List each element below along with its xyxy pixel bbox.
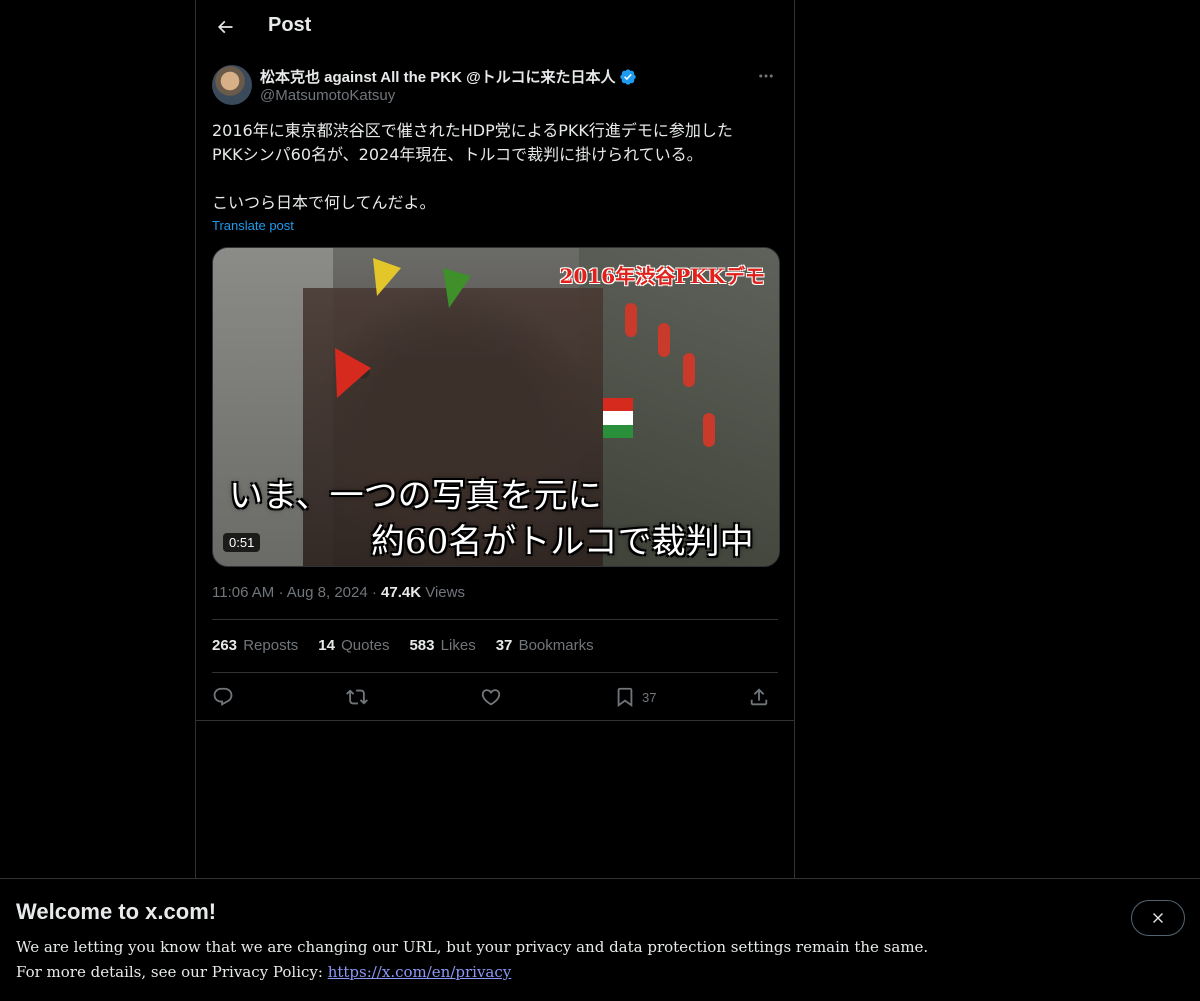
post-video[interactable]: 2016年渋谷PKKデモ いま、一つの写真を元に 約60名がトルコで裁判中 0:…	[212, 247, 780, 567]
lantern-shape	[683, 353, 695, 387]
verified-badge-icon	[620, 68, 637, 85]
close-icon	[1153, 913, 1163, 923]
bookmarks-label: Bookmarks	[518, 637, 594, 654]
likes-stat[interactable]: 583 Likes	[409, 637, 475, 654]
bookmark-count: 37	[642, 689, 657, 705]
kurdish-flag-shape	[603, 398, 633, 438]
page-title: Post	[268, 14, 312, 36]
main-column: Post 松本克也 against All the PKK @トルコに来た日本人…	[195, 0, 795, 880]
reposts-label: Reposts	[243, 637, 299, 654]
lantern-shape	[625, 303, 637, 337]
banner-text: We are letting you know that we are chan…	[16, 935, 928, 985]
translate-post-link[interactable]: Translate post	[212, 218, 294, 233]
video-caption-line2: 約60名がトルコで裁判中	[371, 522, 754, 562]
post-time[interactable]: 11:06 AM	[212, 584, 274, 601]
privacy-policy-link[interactable]: https://x.com/en/privacy	[328, 963, 512, 981]
quotes-stat[interactable]: 14 Quotes	[318, 637, 389, 654]
divider	[196, 720, 794, 721]
share-button[interactable]	[748, 682, 770, 712]
green-flag-shape	[443, 268, 471, 308]
yellow-flag-shape	[373, 258, 401, 296]
avatar[interactable]	[212, 65, 252, 105]
reply-icon	[213, 687, 233, 706]
post-meta: 11:06 AM · Aug 8, 2024 · 47.4K Views	[212, 584, 465, 601]
divider	[212, 619, 778, 620]
welcome-banner: Welcome to x.com! We are letting you kno…	[0, 878, 1200, 1001]
video-caption-line1: いま、一つの写真を元に	[229, 476, 602, 516]
post-text: 2016年に東京都渋谷区で催されたHDP党によるPKK行進デモに参加した PKK…	[212, 121, 733, 212]
heart-icon	[481, 689, 501, 706]
share-icon	[750, 688, 768, 706]
bookmarks-stat[interactable]: 37 Bookmarks	[496, 637, 594, 654]
views-label: Views	[425, 584, 465, 601]
banner-line2: For more details, see our Privacy Policy…	[16, 960, 928, 985]
meta-separator: ·	[371, 584, 382, 601]
post-author: 松本克也 against All the PKK @トルコに来た日本人 @Mat…	[212, 64, 778, 108]
bookmark-icon	[617, 687, 633, 708]
video-duration: 0:51	[223, 533, 261, 552]
views-count: 47.4K	[381, 584, 422, 601]
author-name-text: 松本克也 against All the PKK @トルコに来た日本人	[260, 69, 616, 86]
quotes-label: Quotes	[341, 637, 390, 654]
page-header: Post	[196, 0, 794, 53]
post-date[interactable]: Aug 8, 2024	[287, 584, 368, 601]
like-button[interactable]	[480, 682, 502, 712]
bookmark-button[interactable]: 37	[614, 682, 656, 712]
arrow-left-icon	[217, 20, 233, 34]
video-overlay-title: 2016年渋谷PKKデモ	[559, 264, 765, 288]
lantern-shape	[658, 323, 670, 357]
post-actions: 37	[212, 682, 778, 712]
reposts-count: 263	[212, 637, 238, 654]
divider	[212, 672, 778, 673]
back-button[interactable]	[208, 10, 242, 44]
bookmarks-count: 37	[495, 637, 513, 654]
author-display-name[interactable]: 松本克也 against All the PKK @トルコに来た日本人	[260, 66, 637, 87]
repost-icon	[346, 689, 368, 705]
reply-button[interactable]	[212, 682, 234, 712]
banner-title: Welcome to x.com!	[16, 899, 217, 924]
post-stats: 263 Reposts 14 Quotes 583 Likes 37 Bookm…	[212, 637, 594, 654]
repost-button[interactable]	[346, 682, 368, 712]
likes-count: 583	[409, 637, 435, 654]
more-dots-icon	[759, 74, 773, 78]
banner-line1: We are letting you know that we are chan…	[16, 938, 929, 956]
close-banner-button[interactable]	[1131, 900, 1185, 936]
lantern-shape	[703, 413, 715, 447]
author-handle[interactable]: @MatsumotoKatsuy	[260, 87, 395, 104]
reposts-stat[interactable]: 263 Reposts	[212, 637, 298, 654]
more-options-button[interactable]	[754, 64, 778, 88]
quotes-count: 14	[318, 637, 335, 654]
red-flag-shape	[335, 348, 371, 398]
meta-separator: ·	[278, 584, 287, 601]
banner-line2-prefix: For more details, see our Privacy Policy…	[16, 963, 328, 981]
likes-label: Likes	[440, 637, 476, 654]
